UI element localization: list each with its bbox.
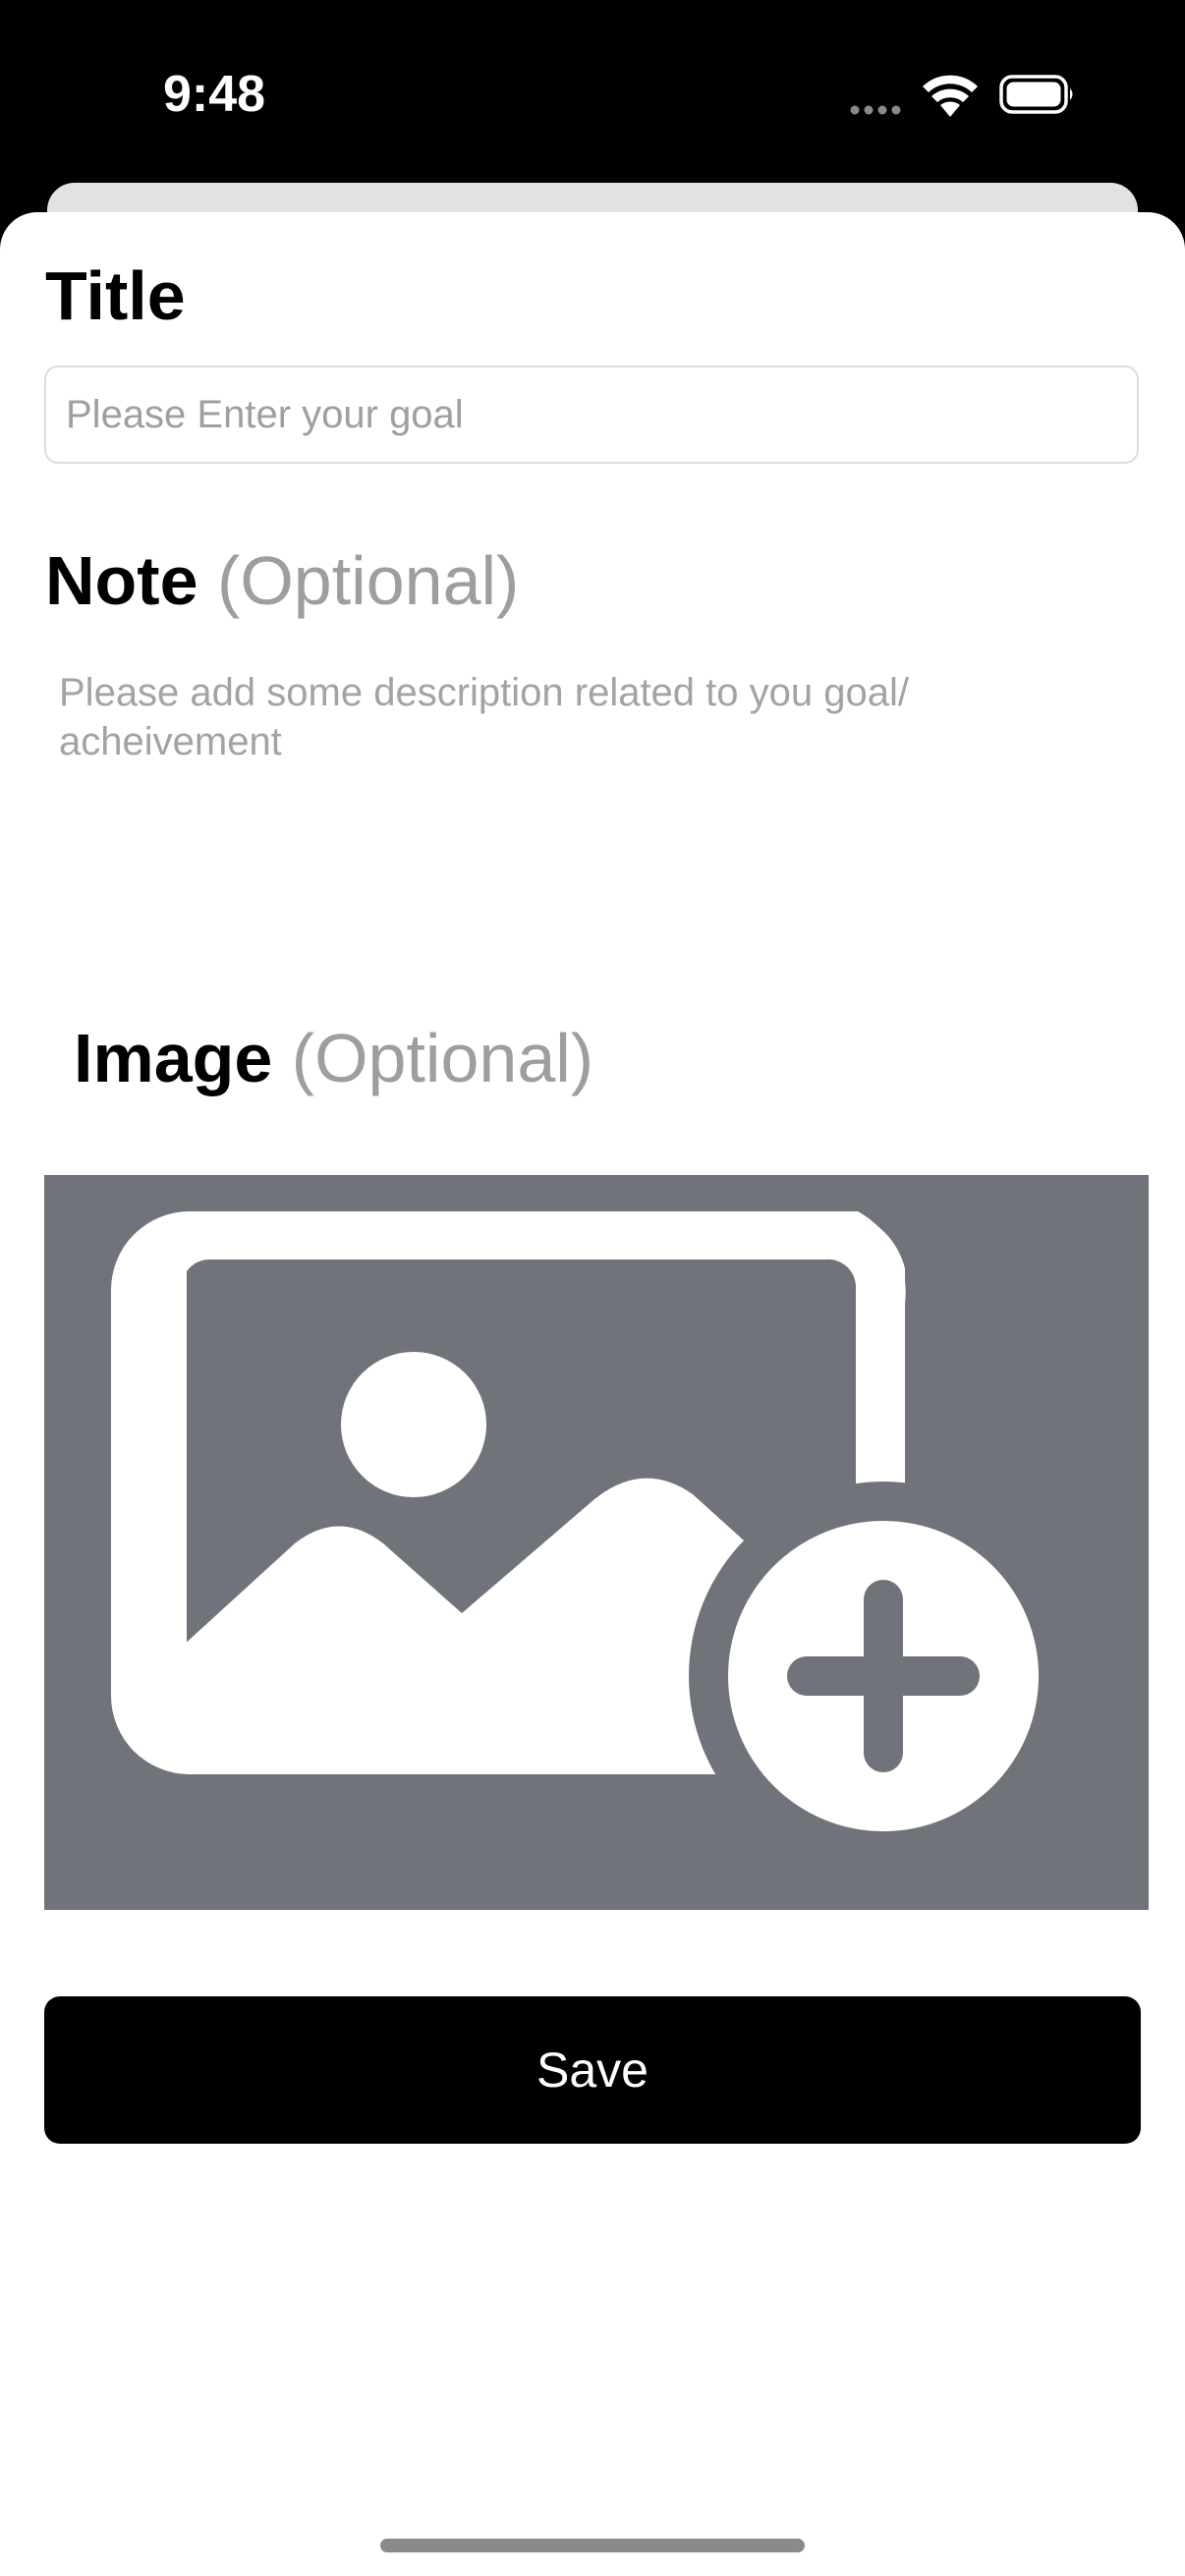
image-optional-label: (Optional) xyxy=(291,1020,594,1096)
wifi-icon xyxy=(923,75,978,117)
note-label: Note xyxy=(45,542,198,619)
title-label: Title xyxy=(45,257,186,334)
status-time: 9:48 xyxy=(163,66,266,123)
title-input[interactable] xyxy=(44,365,1139,464)
home-indicator xyxy=(380,2539,805,2552)
status-icons-svg xyxy=(850,75,1073,117)
battery-icon xyxy=(999,75,1073,114)
title-heading: Title xyxy=(45,253,186,338)
save-button[interactable]: Save xyxy=(44,1996,1141,2144)
image-label: Image xyxy=(74,1020,273,1096)
note-heading: Note (Optional) xyxy=(45,538,519,623)
image-picker[interactable] xyxy=(44,1175,1149,1910)
note-optional-label: (Optional) xyxy=(217,542,520,619)
screen: 9:48 Title Note xyxy=(0,0,1185,2576)
add-photo-icon xyxy=(111,1211,1078,1871)
note-textarea[interactable] xyxy=(45,660,1140,916)
signal-dots-icon xyxy=(850,105,901,115)
status-icons xyxy=(849,71,1085,120)
image-heading: Image (Optional) xyxy=(74,1016,593,1100)
